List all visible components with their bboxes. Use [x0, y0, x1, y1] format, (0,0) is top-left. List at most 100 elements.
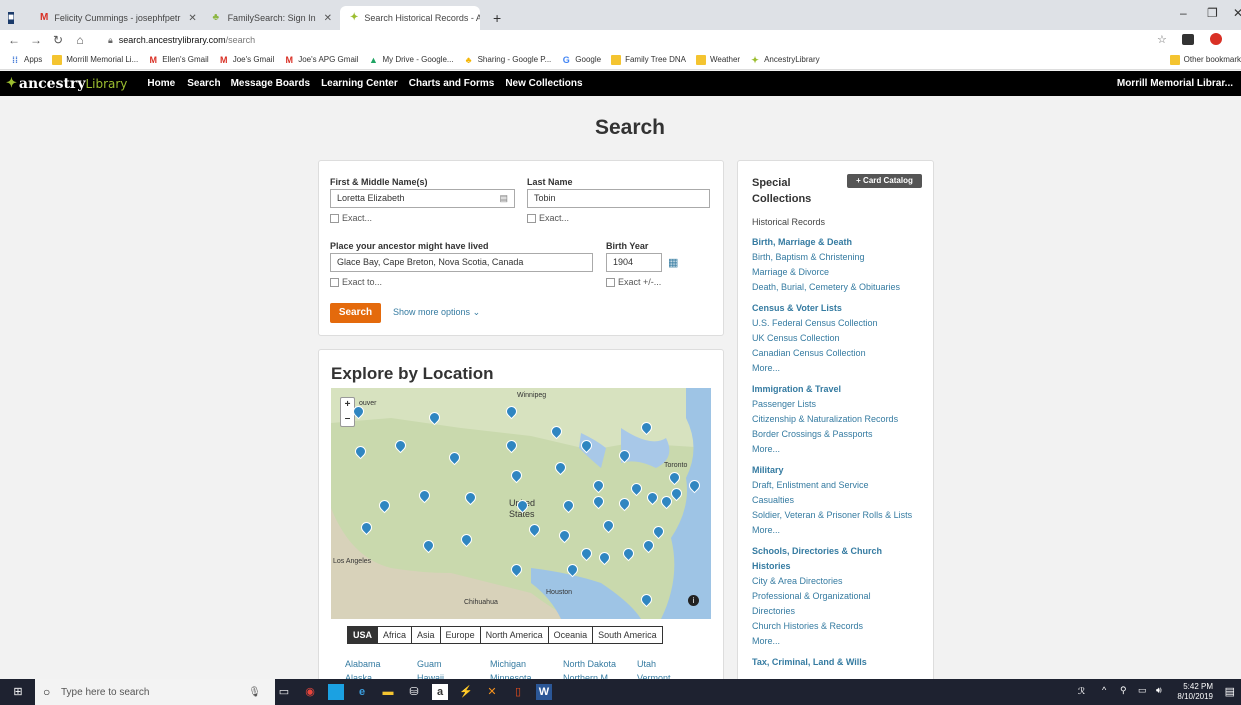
tab-africa[interactable]: Africa: [378, 627, 413, 643]
back-icon[interactable]: ←: [6, 33, 22, 47]
reload-icon[interactable]: ↻: [50, 33, 66, 47]
nav-new-collections[interactable]: New Collections: [505, 78, 582, 89]
collection-category-heading[interactable]: Schools, Directories & Church: [752, 546, 882, 557]
state-link[interactable]: Alabama: [345, 659, 381, 669]
microphone-icon[interactable]: 🎙︎: [248, 687, 261, 698]
checkbox[interactable]: [527, 213, 536, 223]
file-explorer-icon[interactable]: ▬: [380, 684, 396, 700]
last-name-input[interactable]: Tobin: [527, 189, 710, 208]
new-tab-button[interactable]: +: [483, 6, 509, 30]
taskbar-search-box[interactable]: ○ Type here to search 🎙︎: [35, 679, 275, 705]
collection-link[interactable]: Church Histories & Records: [752, 621, 863, 632]
last-name-exact[interactable]: Exact...: [527, 213, 569, 223]
store-icon[interactable]: ⛁: [406, 684, 422, 700]
checkbox[interactable]: [330, 213, 339, 223]
state-link[interactable]: Michigan: [490, 659, 526, 669]
extension-icon[interactable]: [1182, 34, 1194, 45]
tray-chevron-icon[interactable]: ^: [1102, 685, 1106, 695]
bookmark-item[interactable]: M Joe's Gmail: [219, 55, 274, 65]
bookmark-item[interactable]: M Ellen's Gmail: [148, 55, 209, 65]
collection-link[interactable]: U.S. Federal Census Collection: [752, 318, 878, 329]
tab-asia[interactable]: Asia: [412, 627, 441, 643]
volume-icon[interactable]: 🔊︎: [1156, 685, 1162, 696]
star-icon[interactable]: ☆: [1157, 33, 1167, 46]
state-link[interactable]: North Dakota: [563, 659, 616, 669]
word-icon[interactable]: W: [536, 684, 552, 700]
show-more-options-link[interactable]: Show more options ⌄: [393, 307, 480, 318]
collection-link[interactable]: Canadian Census Collection: [752, 348, 866, 359]
winamp-icon[interactable]: ⚡: [458, 684, 474, 700]
close-tab-icon[interactable]: ✕: [180, 13, 196, 24]
home-icon[interactable]: ⌂: [72, 33, 88, 47]
nav-learning-center[interactable]: Learning Center: [321, 78, 398, 89]
zoom-out-button[interactable]: –: [341, 412, 354, 426]
collection-link[interactable]: Citizenship & Naturalization Records: [752, 414, 898, 425]
display-icon[interactable]: ▭: [1138, 685, 1147, 696]
birth-year-exact[interactable]: Exact +/-...: [606, 277, 661, 287]
collection-link[interactable]: More...: [752, 525, 780, 536]
checkbox[interactable]: [330, 277, 339, 287]
collection-link[interactable]: Marriage & Divorce: [752, 267, 829, 278]
collection-category-heading[interactable]: Histories: [752, 561, 791, 572]
bookmark-apps[interactable]: ⁞⁞ Apps: [10, 55, 42, 65]
bookmark-item[interactable]: ▲ My Drive - Google...: [368, 55, 454, 65]
collection-link[interactable]: More...: [752, 363, 780, 374]
bookmark-item[interactable]: Morrill Memorial Li...: [52, 54, 138, 65]
bookmark-item[interactable]: ♣ Sharing - Google P...: [464, 55, 552, 65]
place-exact[interactable]: Exact to...: [330, 277, 382, 287]
search-button[interactable]: Search: [330, 303, 381, 323]
nav-search[interactable]: Search: [187, 78, 220, 89]
bookmark-item[interactable]: ✦ AncestryLibrary: [750, 55, 819, 65]
account-menu[interactable]: Morrill Memorial Librar...: [1117, 78, 1233, 89]
keyboard-icon[interactable]: ▤: [499, 190, 508, 207]
collection-category-heading[interactable]: Census & Voter Lists: [752, 303, 842, 314]
nav-message-boards[interactable]: Message Boards: [231, 78, 310, 89]
vlc-icon[interactable]: ✕: [484, 684, 500, 700]
collection-link[interactable]: Passenger Lists: [752, 399, 816, 410]
nav-home[interactable]: Home: [147, 78, 175, 89]
close-tab-icon[interactable]: ✕: [316, 13, 332, 24]
bookmark-item[interactable]: Family Tree DNA: [611, 54, 686, 65]
collection-category-heading[interactable]: Immigration & Travel: [752, 384, 841, 395]
forward-icon[interactable]: →: [28, 33, 44, 47]
tab-ancestry[interactable]: ✦ Search Historical Records - Ance ✕: [340, 6, 480, 30]
windows-start-icon[interactable]: ⊞: [10, 684, 26, 700]
place-input[interactable]: Glace Bay, Cape Breton, Nova Scotia, Can…: [330, 253, 593, 272]
people-icon[interactable]: ℛ: [1078, 686, 1085, 697]
restore-icon[interactable]: ❐: [1207, 6, 1218, 20]
birth-year-input[interactable]: 1904: [606, 253, 662, 272]
edge-icon[interactable]: e: [354, 684, 370, 700]
chrome-icon[interactable]: ◉: [302, 684, 318, 700]
app-icon[interactable]: [328, 684, 344, 700]
collection-link[interactable]: UK Census Collection: [752, 333, 840, 344]
task-view-icon[interactable]: ▭: [276, 684, 292, 700]
other-bookmarks[interactable]: Other bookmark: [1169, 54, 1241, 65]
tab-familysearch[interactable]: ♣ FamilySearch: Sign In ✕: [200, 6, 340, 30]
tab-usa[interactable]: USA: [348, 627, 379, 643]
first-name-input[interactable]: Loretta Elizabeth ▤: [330, 189, 515, 208]
collection-category-heading[interactable]: Birth, Marriage & Death: [752, 237, 852, 248]
tab-search-icon[interactable]: ■: [4, 6, 24, 30]
collection-link[interactable]: Directories: [752, 606, 795, 617]
notifications-icon[interactable]: ▤: [1225, 685, 1235, 698]
office-icon[interactable]: ▯: [510, 684, 526, 700]
collection-link[interactable]: Professional & Organizational: [752, 591, 871, 602]
calendar-icon[interactable]: ▦: [668, 256, 678, 269]
bookmark-item[interactable]: Weather: [695, 54, 740, 65]
first-name-exact[interactable]: Exact...: [330, 213, 372, 223]
collection-link[interactable]: Casualties: [752, 495, 794, 506]
collection-link[interactable]: Draft, Enlistment and Service: [752, 480, 869, 491]
tab-south-america[interactable]: South America: [593, 627, 662, 643]
tab-oceania[interactable]: Oceania: [548, 627, 594, 643]
amazon-icon[interactable]: a: [432, 684, 448, 700]
card-catalog-button[interactable]: + Card Catalog: [847, 174, 922, 188]
bookmark-item[interactable]: M Joe's APG Gmail: [284, 55, 358, 65]
collection-link[interactable]: More...: [752, 636, 780, 647]
collection-link[interactable]: More...: [752, 444, 780, 455]
collection-link[interactable]: Soldier, Veteran & Prisoner Rolls & List…: [752, 510, 912, 521]
nav-charts-forms[interactable]: Charts and Forms: [409, 78, 495, 89]
state-link[interactable]: Utah: [637, 659, 656, 669]
collection-category-heading[interactable]: Tax, Criminal, Land & Wills: [752, 657, 867, 668]
checkbox[interactable]: [606, 277, 615, 287]
collection-link[interactable]: Border Crossings & Passports: [752, 429, 873, 440]
